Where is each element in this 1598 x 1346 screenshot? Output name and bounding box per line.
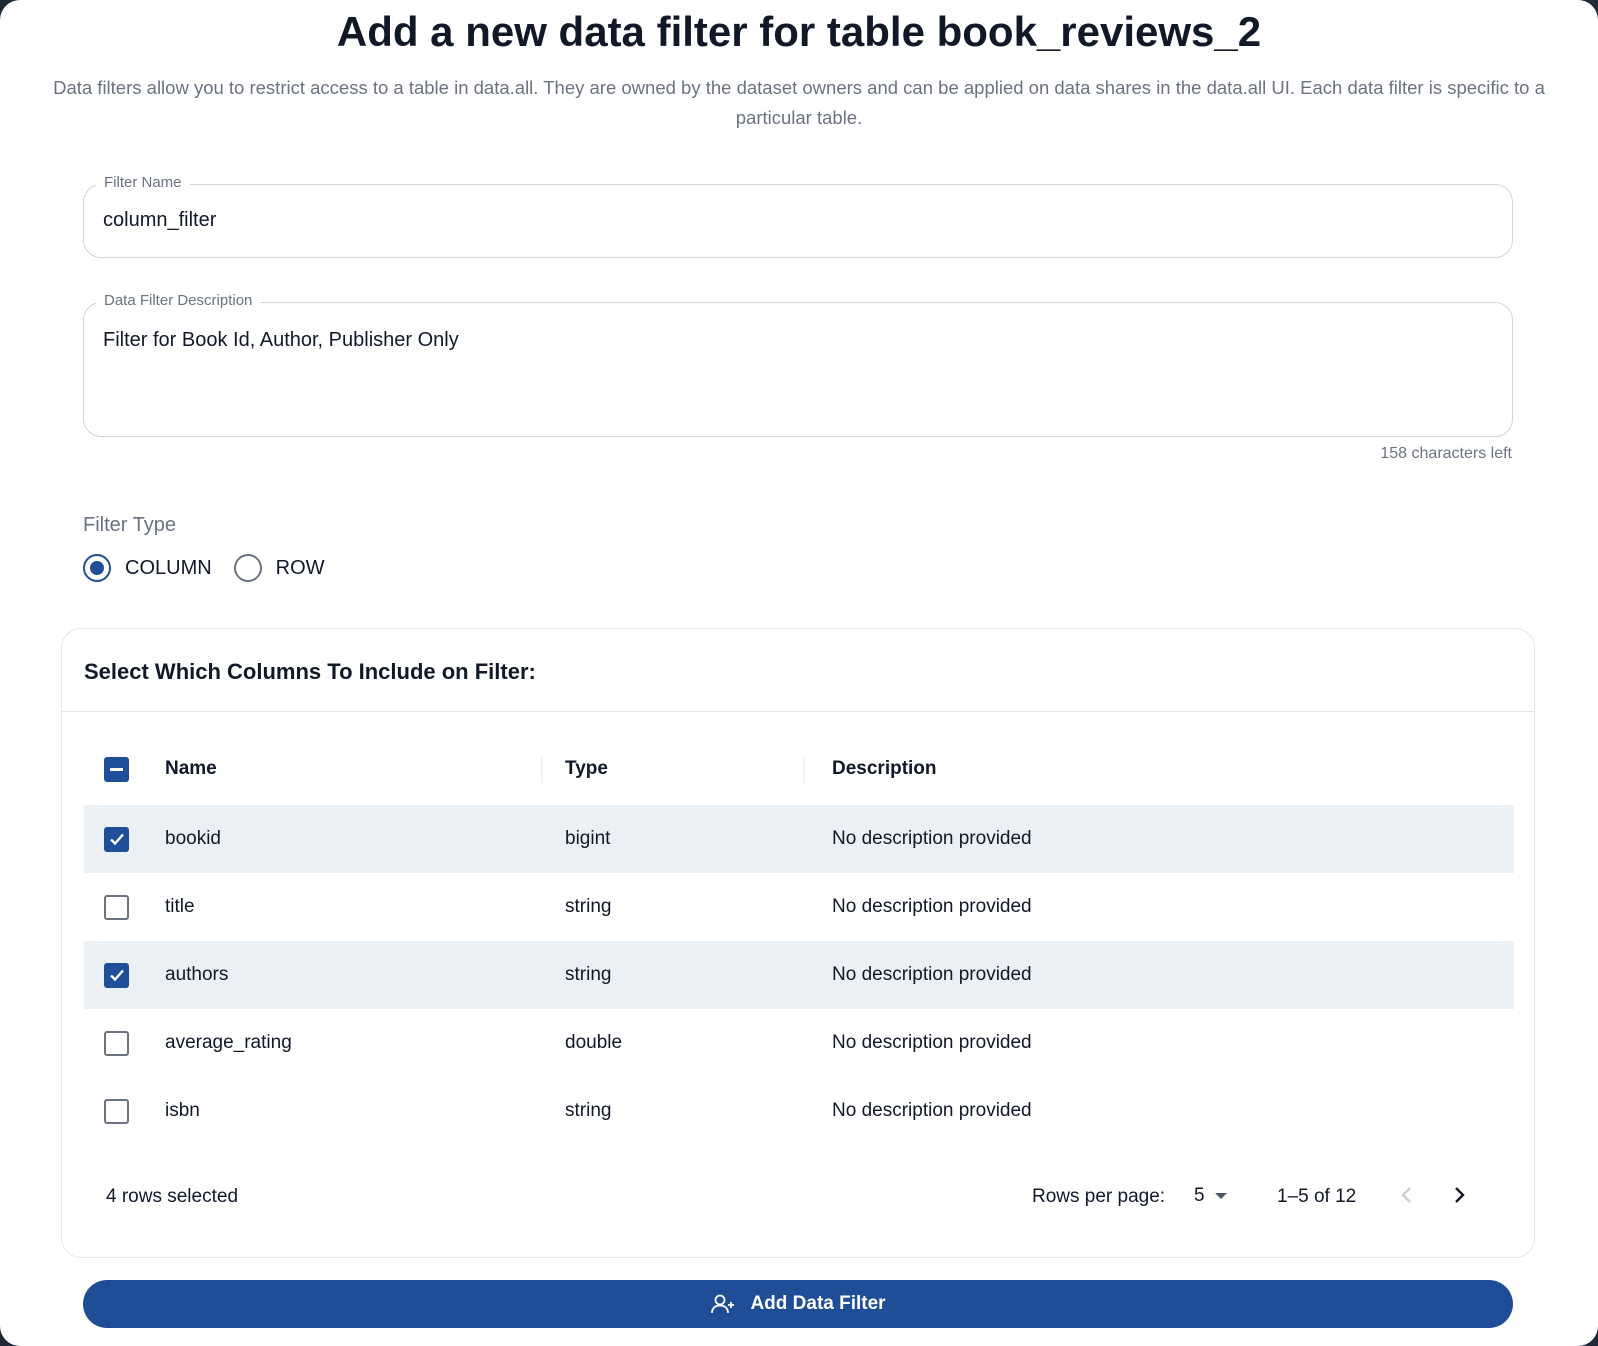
row-checkbox[interactable] [104, 1098, 129, 1124]
cell-name: title [165, 896, 195, 917]
table-row[interactable]: authors string No description provided [84, 941, 1514, 1009]
header-name[interactable]: Name [165, 735, 217, 803]
filter-name-field[interactable]: Filter Name column_filter [83, 174, 1513, 258]
pagination-range: 1–5 of 12 [1277, 1186, 1357, 1207]
filter-name-label: Filter Name [96, 174, 190, 191]
cell-name: bookid [165, 828, 221, 849]
cell-type: bigint [565, 828, 611, 849]
characters-left-helper: 158 characters left [1380, 445, 1512, 462]
chevron-left-icon [1401, 1187, 1411, 1203]
check-icon [109, 833, 124, 846]
add-user-icon [710, 1293, 738, 1315]
cell-type: string [565, 1100, 612, 1121]
cell-description: No description provided [832, 896, 1032, 917]
cell-description: No description provided [832, 1032, 1032, 1053]
dialog-subtitle: Data filters allow you to restrict acces… [53, 77, 1545, 128]
radio-column-label[interactable]: COLUMN [125, 557, 212, 580]
add-data-filter-button[interactable]: Add Data Filter [83, 1280, 1513, 1328]
radio-row-label[interactable]: ROW [276, 557, 325, 580]
cell-type: string [565, 896, 612, 917]
row-checkbox[interactable] [104, 894, 129, 920]
check-icon [109, 969, 124, 982]
card-divider [62, 711, 1534, 712]
column-separator[interactable] [803, 757, 805, 783]
table-row[interactable]: bookid bigint No description provided [84, 805, 1514, 873]
row-checkbox[interactable] [104, 962, 129, 988]
cell-name: authors [165, 964, 229, 985]
header-type[interactable]: Type [565, 735, 608, 803]
table-row[interactable]: isbn string No description provided [84, 1077, 1514, 1145]
chevron-right-icon [1455, 1187, 1465, 1203]
rows-per-page-label: Rows per page: [1032, 1186, 1166, 1207]
rows-per-page-value: 5 [1194, 1185, 1205, 1206]
filter-type-radio-group: COLUMN ROW [83, 554, 347, 582]
description-label: Data Filter Description [96, 292, 261, 309]
rows-per-page-select[interactable]: 5 [1194, 1185, 1227, 1207]
table-row[interactable]: average_rating double No description pro… [84, 1009, 1514, 1077]
filter-name-input[interactable]: column_filter [103, 209, 216, 232]
columns-card-title: Select Which Columns To Include on Filte… [84, 659, 536, 684]
filter-type-label: Filter Type [83, 514, 176, 536]
description-field[interactable]: Data Filter Description Filter for Book … [83, 292, 1513, 437]
columns-card: Select Which Columns To Include on Filte… [61, 628, 1535, 1258]
select-all-checkbox[interactable] [104, 756, 129, 782]
caret-down-icon [1214, 1193, 1227, 1199]
cell-type: string [565, 964, 612, 985]
cell-name: isbn [165, 1100, 200, 1121]
radio-column[interactable] [83, 554, 111, 582]
radio-row[interactable] [233, 554, 262, 582]
cell-description: No description provided [832, 964, 1032, 985]
add-data-filter-dialog: Add a new data filter for table book_rev… [0, 0, 1598, 1346]
columns-table: Name Type Description bookid bigint No d… [84, 735, 1514, 1233]
cell-type: double [565, 1032, 623, 1053]
prev-page-button[interactable] [1392, 1180, 1422, 1210]
rows-selected-text: 4 rows selected [106, 1186, 239, 1207]
row-checkbox[interactable] [104, 1030, 129, 1056]
cell-name: average_rating [165, 1032, 292, 1053]
table-header-row: Name Type Description [84, 735, 1514, 803]
cell-description: No description provided [832, 1100, 1032, 1121]
table-footer: 4 rows selected Rows per page: 5 1–5 of … [84, 1162, 1514, 1230]
cell-description: No description provided [832, 828, 1032, 849]
row-checkbox[interactable] [104, 826, 129, 852]
column-separator[interactable] [541, 757, 543, 783]
add-data-filter-label: Add Data Filter [750, 1293, 886, 1314]
description-textarea[interactable]: Filter for Book Id, Author, Publisher On… [103, 329, 459, 352]
next-page-button[interactable] [1444, 1180, 1474, 1210]
dialog-title: Add a new data filter for table book_rev… [336, 8, 1262, 55]
header-description[interactable]: Description [832, 735, 937, 803]
table-row[interactable]: title string No description provided [84, 873, 1514, 941]
